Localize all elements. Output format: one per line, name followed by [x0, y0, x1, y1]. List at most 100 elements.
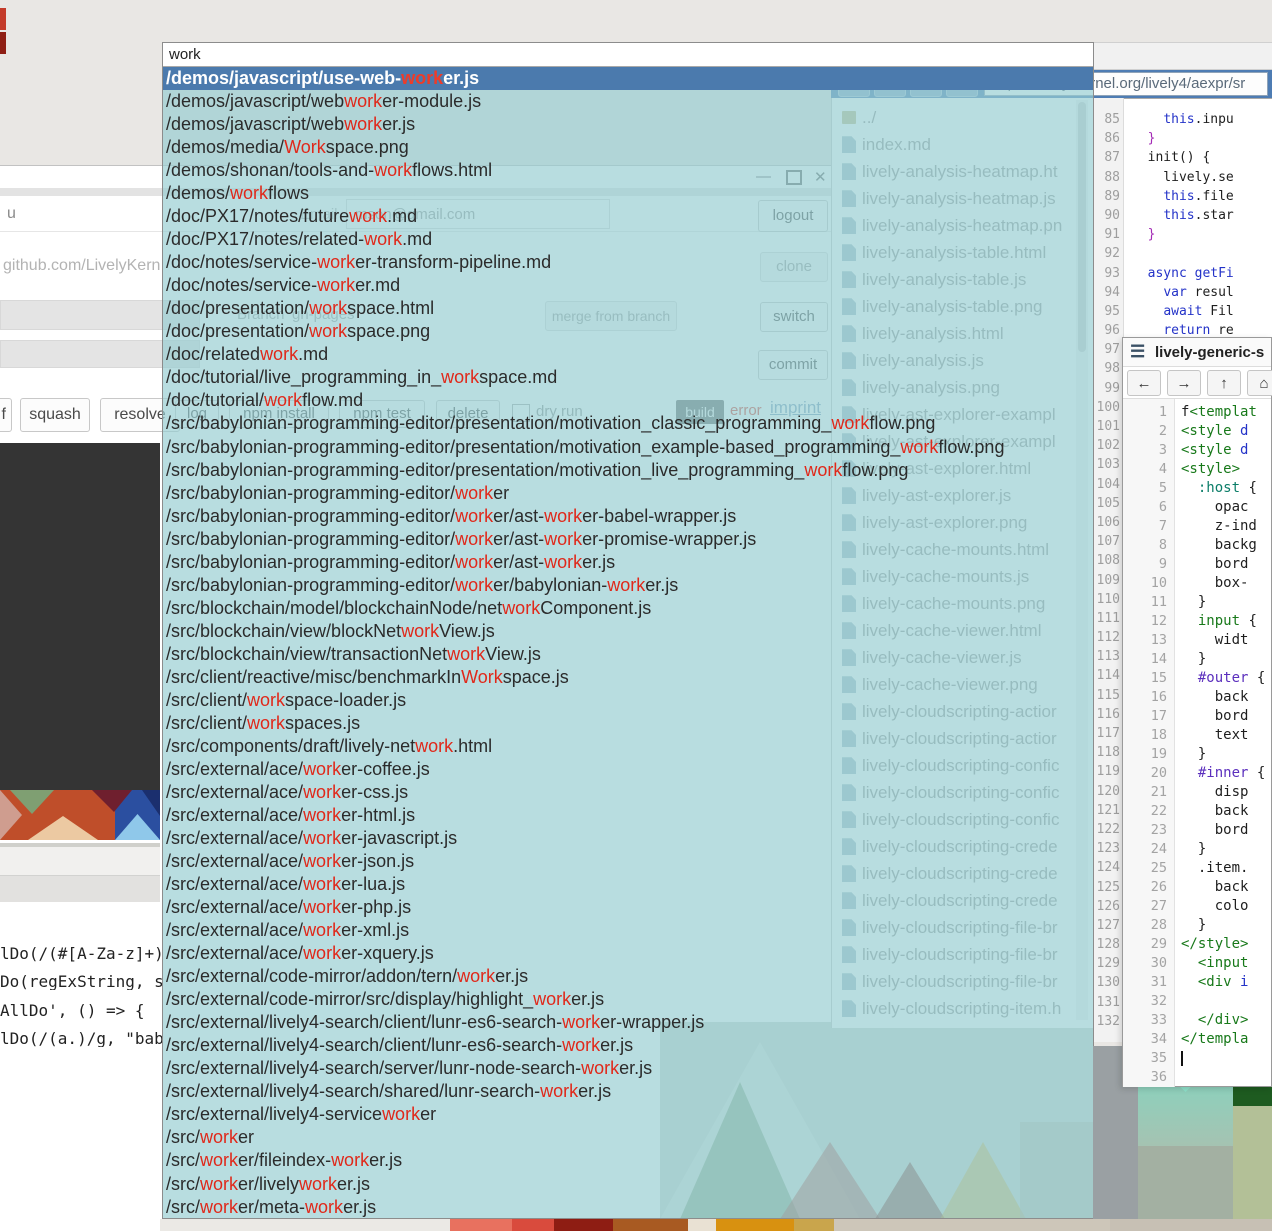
search-result-item[interactable]: /src/external/ace/worker-html.js [163, 804, 1093, 827]
code-line: await Fil [1132, 302, 1272, 321]
search-result-item[interactable]: /demos/javascript/use-web-worker.js [163, 67, 1093, 90]
search-result-item[interactable]: /src/worker [163, 1126, 1093, 1149]
search-result-item[interactable]: /src/external/ace/worker-coffee.js [163, 758, 1093, 781]
line-number: 19 [1123, 745, 1167, 764]
search-result-item[interactable]: /src/babylonian-programming-editor/worke… [163, 528, 1093, 551]
search-result-item[interactable]: /src/babylonian-programming-editor/worke… [163, 505, 1093, 528]
line-number: 124 [1093, 858, 1120, 877]
search-result-item[interactable]: /src/external/lively4-serviceworker [163, 1103, 1093, 1126]
search-result-item[interactable]: /src/babylonian-programming-editor/prese… [163, 459, 1093, 482]
code-line: } [1181, 916, 1271, 935]
editor-window[interactable]: ☰ lively-generic-s ← → ↑ ⌂ 1234567891011… [1122, 337, 1272, 1087]
search-result-item[interactable]: /src/external/lively4-search/client/lunr… [163, 1034, 1093, 1057]
search-result-item[interactable]: /src/client/workspaces.js [163, 712, 1093, 735]
search-result-item[interactable]: /src/babylonian-programming-editor/prese… [163, 412, 1093, 435]
line-number: 123 [1093, 839, 1120, 858]
editor-code[interactable]: this.inpu } init() { lively.se this.file… [1132, 110, 1272, 340]
window-title: lively-generic-s [1155, 344, 1264, 361]
file-search-overlay: work /demos/javascript/use-web-worker.js… [162, 42, 1094, 1219]
line-number: 1 [1123, 403, 1167, 422]
search-result-item[interactable]: /demos/media/Workspace.png [163, 136, 1093, 159]
line-number: 6 [1123, 498, 1167, 517]
search-result-item[interactable]: /src/external/ace/worker-css.js [163, 781, 1093, 804]
line-number: 102 [1093, 436, 1120, 455]
forward-icon[interactable]: → [1167, 370, 1201, 396]
search-result-item[interactable]: /src/external/lively4-search/shared/lunr… [163, 1080, 1093, 1103]
line-number: 14 [1123, 650, 1167, 669]
search-result-item[interactable]: /src/external/lively4-search/client/lunr… [163, 1011, 1093, 1034]
code-line: bord [1181, 555, 1271, 574]
line-number: 100 [1093, 398, 1120, 417]
search-result-item[interactable]: /doc/relatedwork.md [163, 343, 1093, 366]
line-number: 105 [1093, 494, 1120, 513]
search-result-item[interactable]: /src/components/draft/lively-network.htm… [163, 735, 1093, 758]
nav-bar: ← → ↑ ⌂ [1123, 367, 1271, 399]
line-number: 12 [1123, 612, 1167, 631]
search-result-item[interactable]: /src/worker/fileindex-worker.js [163, 1149, 1093, 1172]
search-result-item[interactable]: /src/external/ace/worker-lua.js [163, 873, 1093, 896]
line-number: 107 [1093, 532, 1120, 551]
search-result-item[interactable]: /doc/presentation/workspace.html [163, 297, 1093, 320]
search-result-item[interactable]: /demos/javascript/webworker-module.js [163, 90, 1093, 113]
line-number: 7 [1123, 517, 1167, 536]
back-icon[interactable]: ← [1127, 370, 1161, 396]
line-number: 16 [1123, 688, 1167, 707]
input-bar[interactable] [0, 875, 160, 902]
search-result-item[interactable]: /src/external/lively4-search/server/lunr… [163, 1057, 1093, 1080]
line-number: 27 [1123, 897, 1167, 916]
code-line [1181, 1068, 1271, 1087]
search-result-item[interactable]: /src/blockchain/view/transactionNetworkV… [163, 643, 1093, 666]
search-result-item[interactable]: /src/external/code-mirror/src/display/hi… [163, 988, 1093, 1011]
search-result-item[interactable]: /doc/PX17/notes/related-work.md [163, 228, 1093, 251]
diff-button-partial[interactable]: f [0, 398, 12, 432]
search-result-item[interactable]: /src/babylonian-programming-editor/worke… [163, 551, 1093, 574]
search-result-item[interactable]: /src/client/reactive/misc/benchmarkInWor… [163, 666, 1093, 689]
search-result-item[interactable]: /src/babylonian-programming-editor/prese… [163, 436, 1093, 459]
code-line: box- [1181, 574, 1271, 593]
line-number: 26 [1123, 878, 1167, 897]
up-icon[interactable]: ↑ [1207, 370, 1241, 396]
home-icon[interactable]: ⌂ [1247, 370, 1272, 396]
search-result-item[interactable]: /src/client/workspace-loader.js [163, 689, 1093, 712]
search-result-item[interactable]: /doc/tutorial/live_programming_in_worksp… [163, 366, 1093, 389]
code-line: <style> [1181, 460, 1271, 479]
search-result-item[interactable]: /demos/javascript/webworker.js [163, 113, 1093, 136]
search-result-item[interactable]: /src/external/code-mirror/addon/tern/wor… [163, 965, 1093, 988]
window-title-bar[interactable]: ☰ lively-generic-s [1123, 338, 1271, 367]
search-result-item[interactable]: /src/blockchain/view/blockNetworkView.js [163, 620, 1093, 643]
search-result-item[interactable]: /demos/workflows [163, 182, 1093, 205]
search-result-item[interactable]: /doc/tutorial/workflow.md [163, 389, 1093, 412]
search-result-item[interactable]: /src/external/ace/worker-javascript.js [163, 827, 1093, 850]
editor-line-numbers: 1234567891011121314151617181920212223242… [1123, 403, 1167, 1087]
search-result-item[interactable]: /doc/notes/service-worker-transform-pipe… [163, 251, 1093, 274]
search-results: /demos/javascript/use-web-worker.js/demo… [163, 67, 1093, 1219]
search-result-item[interactable]: /src/babylonian-programming-editor/worke… [163, 574, 1093, 597]
search-result-item[interactable]: /doc/presentation/workspace.png [163, 320, 1093, 343]
search-result-item[interactable]: /doc/notes/service-worker.md [163, 274, 1093, 297]
wallpaper-strip [450, 1219, 1272, 1231]
search-result-item[interactable]: /src/external/ace/worker-json.js [163, 850, 1093, 873]
code-line: lDo(/(a.)/g, "babc [0, 1029, 162, 1047]
search-result-item[interactable]: /src/external/ace/worker-xquery.js [163, 942, 1093, 965]
editor-code[interactable]: f<templat<style d<style d<style> :host {… [1181, 403, 1271, 1087]
code-line: async getFi [1132, 264, 1272, 283]
search-result-item[interactable]: /src/blockchain/model/blockchainNode/net… [163, 597, 1093, 620]
code-line [1181, 1049, 1271, 1068]
search-result-item[interactable]: /src/external/ace/worker-xml.js [163, 919, 1093, 942]
code-line: </div> [1181, 1011, 1271, 1030]
search-result-item[interactable]: /demos/shonan/tools-and-workflows.html [163, 159, 1093, 182]
line-number: 97 [1093, 340, 1120, 359]
search-input[interactable]: work [163, 43, 1093, 67]
search-result-item[interactable]: /src/babylonian-programming-editor/worke… [163, 482, 1093, 505]
search-result-item[interactable]: /doc/PX17/notes/futurework.md [163, 205, 1093, 228]
line-number: 5 [1123, 479, 1167, 498]
line-number: 110 [1093, 590, 1120, 609]
line-number: 89 [1093, 187, 1120, 206]
search-result-item[interactable]: /src/external/ace/worker-php.js [163, 896, 1093, 919]
red-mark [0, 32, 6, 54]
search-result-item[interactable]: /src/worker/meta-worker.js [163, 1196, 1093, 1219]
squash-button[interactable]: squash [20, 398, 90, 432]
search-result-item[interactable]: /src/worker/livelyworker.js [163, 1173, 1093, 1196]
hamburger-menu-icon[interactable]: ☰ [1130, 342, 1145, 362]
line-number: 2 [1123, 422, 1167, 441]
